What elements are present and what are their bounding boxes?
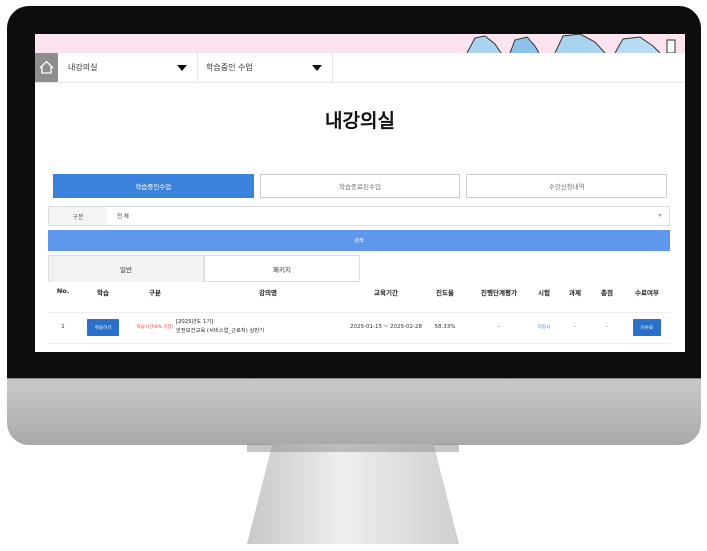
row-exam[interactable]: 미응시 bbox=[538, 324, 550, 330]
col-course-name: 강의명 bbox=[259, 289, 277, 297]
monitor-stand bbox=[247, 444, 459, 544]
tab-in-progress[interactable]: 학습중인수업 bbox=[53, 174, 254, 198]
col-progress: 진도율 bbox=[436, 289, 454, 297]
table-header: No. 학습 구분 강의명 교육기간 진도율 진행단계평가 시험 과제 총점 수… bbox=[48, 287, 670, 305]
completion-button[interactable]: 미수료 bbox=[633, 319, 661, 336]
nav-submenu-dropdown[interactable]: 학습중인 수업 bbox=[198, 53, 333, 82]
course-tabs: 학습중인수업 학습종료된수업 수강신청내역 bbox=[53, 174, 668, 198]
table-row: 1 학습하기 학습시간(8% 미달) [2025년도 1기] 안전보건교육 (서… bbox=[48, 312, 670, 344]
tab-enrollment-history[interactable]: 수강신청내역 bbox=[466, 174, 668, 198]
search-button[interactable]: 검색 bbox=[48, 230, 670, 251]
col-total: 총점 bbox=[601, 289, 613, 297]
col-stage-eval: 진행단계평가 bbox=[481, 289, 517, 297]
filter-value: 전 체 bbox=[117, 214, 129, 220]
row-category: 학습시간(8% 미달) bbox=[136, 325, 174, 330]
col-no: No. bbox=[56, 287, 70, 295]
col-assignment: 과제 bbox=[569, 289, 581, 297]
caret-down-icon bbox=[312, 65, 322, 71]
caret-down-icon bbox=[177, 65, 187, 71]
row-period: 2025-01-15 ~ 2025-02-28 bbox=[349, 324, 423, 330]
screen: 내강의실 학습중인 수업 내강의실 학습중인수업 학습종료된수업 수강신청내역 … bbox=[35, 34, 685, 352]
filter-label: 구분 bbox=[49, 207, 107, 225]
study-button[interactable]: 학습하기 bbox=[87, 319, 119, 336]
col-study: 학습 bbox=[97, 289, 109, 297]
stand-shadow bbox=[247, 444, 459, 452]
col-category: 구분 bbox=[149, 289, 161, 297]
course-title: 안전보건교육 (서비스업_근로자) 상반기 bbox=[176, 328, 265, 334]
nav-submenu-label: 학습중인 수업 bbox=[206, 63, 253, 72]
row-total: - bbox=[606, 324, 608, 330]
row-no: 1 bbox=[61, 324, 65, 330]
nav-menu-label: 내강의실 bbox=[68, 63, 98, 72]
top-banner bbox=[35, 34, 685, 53]
tab-completed[interactable]: 학습종료된수업 bbox=[259, 174, 461, 198]
course-term: [2025년도 1기] bbox=[176, 319, 214, 325]
course-type-tabs: 일반 패키지 bbox=[48, 255, 360, 282]
col-exam: 시험 bbox=[538, 289, 550, 297]
navigation-bar: 내강의실 학습중인 수업 bbox=[35, 53, 685, 83]
category-filter[interactable]: 구분 전 체 bbox=[48, 206, 670, 226]
row-progress: 58.33% bbox=[434, 324, 456, 330]
tab-package[interactable]: 패키지 bbox=[204, 255, 360, 282]
tab-general[interactable]: 일반 bbox=[48, 255, 204, 282]
course-name[interactable]: [2025년도 1기] 안전보건교육 (서비스업_근로자) 상반기 bbox=[176, 318, 264, 336]
nav-menu-dropdown[interactable]: 내강의실 bbox=[58, 53, 198, 82]
monitor-chin bbox=[7, 378, 701, 445]
home-icon bbox=[39, 60, 54, 74]
row-assignment: - bbox=[574, 324, 576, 330]
col-completion: 수료여부 bbox=[635, 289, 659, 297]
page-title: 내강의실 bbox=[325, 110, 395, 132]
chevron-down-icon bbox=[658, 214, 662, 217]
banner-illustration bbox=[466, 34, 676, 53]
row-stage-eval: - bbox=[498, 324, 500, 330]
home-button[interactable] bbox=[35, 53, 58, 82]
col-period: 교육기간 bbox=[374, 289, 398, 297]
